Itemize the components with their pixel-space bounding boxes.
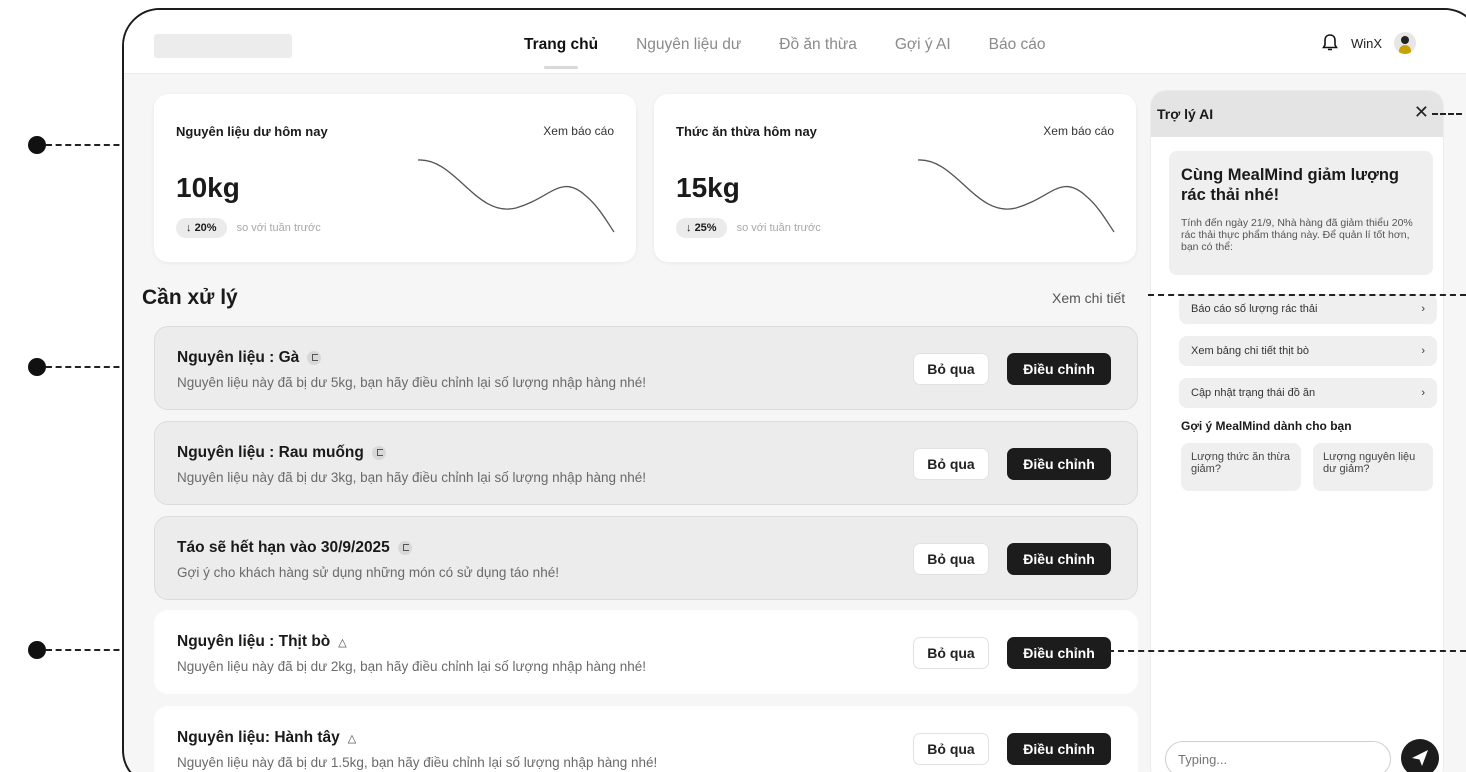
annotation-line	[1148, 294, 1466, 296]
adjust-button[interactable]: Điều chỉnh	[1007, 543, 1111, 575]
main-nav: Trang chủ Nguyên liệu dư Đồ ăn thừa Gợi …	[524, 36, 1084, 69]
arrow-down-icon: ↓	[186, 222, 195, 234]
task-card: Nguyên liệu : Thịt bò △ Nguyên liệu này đ…	[154, 610, 1138, 694]
chevron-right-icon: ›	[1421, 387, 1425, 399]
top-bar: Trang chủ Nguyên liệu dư Đồ ăn thừa Gợi …	[124, 10, 1466, 74]
adjust-button[interactable]: Điều chỉnh	[1007, 637, 1111, 669]
trend-wave	[417, 159, 615, 233]
view-report-link[interactable]: Xem báo cáo	[1043, 124, 1114, 138]
close-icon[interactable]: ✕	[1414, 102, 1429, 123]
annotation-dot	[28, 136, 46, 154]
nav-leftover-food[interactable]: Đồ ăn thừa	[779, 36, 857, 54]
bell-icon[interactable]	[1321, 33, 1339, 53]
ai-intro-card: Cùng MealMind giảm lượng rác thải nhé! T…	[1169, 151, 1433, 275]
warning-icon: △	[338, 636, 347, 649]
skip-button[interactable]: Bỏ qua	[913, 543, 989, 575]
ai-suggestion-chip[interactable]: Lượng thức ăn thừa giảm?	[1181, 443, 1301, 491]
stat-title: Nguyên liệu dư hôm nay	[176, 124, 328, 139]
task-title: Nguyên liệu : Gà	[177, 349, 322, 367]
stat-card-leftover-ingredients: Nguyên liệu dư hôm nay Xem báo cáo 10kg …	[154, 94, 636, 262]
task-description: Nguyên liệu này đã bị dư 2kg, bạn hãy đi…	[177, 659, 647, 674]
change-note: so với tuần trước	[236, 222, 321, 234]
app-frame: Trang chủ Nguyên liệu dư Đồ ăn thừa Gợi …	[122, 8, 1466, 772]
chat-input[interactable]	[1165, 741, 1391, 772]
annotation-line	[1108, 650, 1466, 652]
flag-icon	[397, 541, 412, 555]
task-title: Nguyên liệu : Thịt bò △	[177, 633, 347, 650]
annotation-dot	[28, 358, 46, 376]
ai-panel-title: Trợ lý AI	[1157, 106, 1214, 122]
nav-home[interactable]: Trang chủ	[524, 36, 598, 69]
stat-change: ↓ 25% so với tuần trước	[676, 218, 821, 238]
chevron-right-icon: ›	[1421, 303, 1425, 315]
ai-intro-text: Tính đến ngày 21/9, Nhà hàng đã giảm thi…	[1181, 217, 1413, 253]
nav-ai-suggestions[interactable]: Gợi ý AI	[895, 36, 951, 54]
adjust-button[interactable]: Điều chỉnh	[1007, 733, 1111, 765]
send-icon	[1412, 750, 1428, 766]
task-card: Nguyên liệu: Hành tây △ Nguyên liệu này đ…	[154, 706, 1138, 772]
change-note: so với tuần trước	[736, 222, 821, 234]
task-description: Nguyên liệu này đã bị dư 3kg, bạn hãy đi…	[177, 470, 647, 485]
task-title: Nguyên liệu: Hành tây △	[177, 729, 357, 746]
flag-icon	[371, 446, 386, 460]
logo[interactable]	[154, 34, 292, 58]
annotation-dot	[28, 641, 46, 659]
task-card: Nguyên liệu : Gà Nguyên liệu này đã bị d…	[154, 326, 1138, 410]
stat-value: 15kg	[676, 172, 740, 203]
avatar[interactable]	[1394, 32, 1416, 54]
adjust-button[interactable]: Điều chỉnh	[1007, 353, 1111, 385]
skip-button[interactable]: Bỏ qua	[913, 353, 989, 385]
warning-icon: △	[347, 732, 357, 745]
arrow-down-icon: ↓	[686, 222, 695, 234]
task-title: Táo sẽ hết hạn vào 30/9/2025	[177, 539, 412, 557]
chevron-right-icon: ›	[1421, 345, 1425, 357]
skip-button[interactable]: Bỏ qua	[913, 448, 989, 480]
stat-change: ↓ 20% so với tuần trước	[176, 218, 321, 238]
stat-title: Thức ăn thừa hôm nay	[676, 124, 817, 139]
user-name[interactable]: WinX	[1351, 36, 1382, 51]
task-title: Nguyên liệu : Rau muống	[177, 444, 386, 462]
task-card: Nguyên liệu : Rau muống Nguyên liệu này …	[154, 421, 1138, 505]
task-description: Gợi ý cho khách hàng sử dụng những món c…	[177, 565, 559, 580]
task-card: Táo sẽ hết hạn vào 30/9/2025 Gợi ý cho k…	[154, 516, 1138, 600]
trend-wave	[917, 159, 1115, 233]
ai-action-report-waste[interactable]: Báo cáo số lượng rác thải ›	[1179, 294, 1437, 324]
ai-suggestion-chip[interactable]: Lượng nguyên liệu dư giảm?	[1313, 443, 1433, 491]
ai-assistant-panel: Trợ lý AI ✕ Cùng MealMind giảm lượng rác…	[1150, 90, 1444, 772]
view-report-link[interactable]: Xem báo cáo	[543, 124, 614, 138]
annotation-line	[1432, 113, 1462, 115]
nav-leftover-ingredients[interactable]: Nguyên liệu dư	[636, 36, 741, 54]
change-pill: ↓ 25%	[676, 218, 727, 238]
nav-reports[interactable]: Báo cáo	[989, 36, 1046, 54]
section-title: Cần xử lý	[142, 286, 238, 309]
stat-card-leftover-food: Thức ăn thừa hôm nay Xem báo cáo 15kg ↓ …	[654, 94, 1136, 262]
view-details-link[interactable]: Xem chi tiết	[1052, 290, 1125, 306]
change-pill: ↓ 20%	[176, 218, 227, 238]
ai-action-beef-details[interactable]: Xem bảng chi tiết thịt bò ›	[1179, 336, 1437, 366]
ai-suggestions-title: Gợi ý MealMind dành cho bạn	[1181, 419, 1352, 433]
stat-value: 10kg	[176, 172, 240, 203]
skip-button[interactable]: Bỏ qua	[913, 637, 989, 669]
task-description: Nguyên liệu này đã bị dư 1.5kg, bạn hãy …	[177, 755, 658, 770]
ai-panel-header: Trợ lý AI ✕	[1151, 91, 1443, 137]
flag-icon	[307, 351, 322, 365]
ai-intro-title: Cùng MealMind giảm lượng rác thải nhé!	[1181, 166, 1400, 204]
user-area: WinX	[1321, 32, 1416, 54]
send-button[interactable]	[1401, 739, 1439, 772]
skip-button[interactable]: Bỏ qua	[913, 733, 989, 765]
ai-action-update-food-status[interactable]: Cập nhật trạng thái đồ ăn ›	[1179, 378, 1437, 408]
adjust-button[interactable]: Điều chỉnh	[1007, 448, 1111, 480]
task-description: Nguyên liệu này đã bị dư 5kg, bạn hãy đi…	[177, 375, 647, 390]
